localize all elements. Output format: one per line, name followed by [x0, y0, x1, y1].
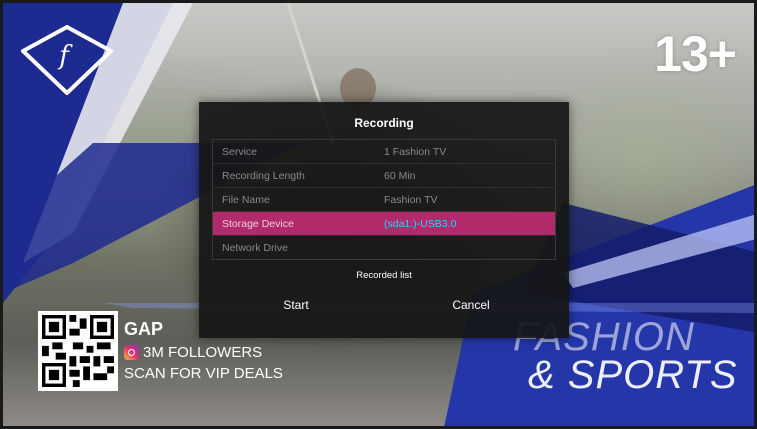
age-rating-badge: 13+ — [654, 26, 737, 82]
promo-followers: 3M FOLLOWERS — [143, 344, 263, 361]
row-label: Recording Length — [222, 169, 305, 182]
row-recording-length[interactable]: Recording Length 60 Min — [213, 164, 555, 188]
row-network-drive[interactable]: Network Drive — [213, 236, 555, 260]
row-value: (sda1:)-USB3.0 — [384, 217, 457, 230]
row-value: Fashion TV — [384, 193, 438, 206]
row-label: File Name — [222, 193, 270, 206]
row-label: Service — [222, 145, 258, 158]
row-label: Storage Device — [222, 217, 294, 230]
qr-code — [38, 311, 118, 391]
promo-followers-row: 3M FOLLOWERS — [124, 344, 283, 361]
logo-letter: f — [59, 41, 69, 71]
recording-settings-table: Service 1 Fashion TV Recording Length 60… — [212, 139, 556, 260]
row-value: 60 Min — [384, 169, 416, 182]
promo-cta: SCAN FOR VIP DEALS — [124, 365, 283, 382]
brand-text-line2: & SPORTS — [528, 353, 738, 397]
row-value: 1 Fashion TV — [384, 145, 447, 158]
start-button[interactable]: Start — [236, 298, 356, 312]
instagram-icon — [124, 345, 139, 360]
dialog-title: Recording — [354, 116, 414, 130]
tv-screen: f 13+ FASHION & SPORTS GAP 3M FOLLOWERS … — [0, 0, 757, 429]
row-service[interactable]: Service 1 Fashion TV — [213, 140, 555, 164]
recording-dialog: Recording Service 1 Fashion TV Recording… — [199, 102, 569, 338]
cancel-button[interactable]: Cancel — [411, 298, 531, 312]
row-label: Network Drive — [222, 242, 288, 254]
recorded-list-link[interactable]: Recorded list — [199, 270, 569, 281]
row-storage-device[interactable]: Storage Device (sda1:)-USB3.0 — [213, 212, 555, 236]
row-file-name[interactable]: File Name Fashion TV — [213, 188, 555, 212]
